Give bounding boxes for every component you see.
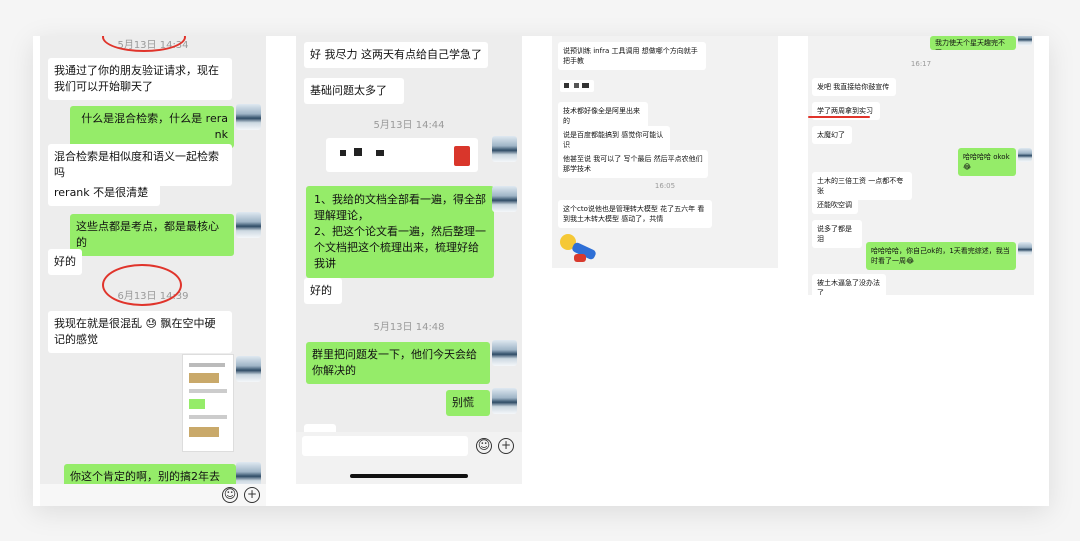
message-bubble: 我现在就是很混乱 😓 飘在空中硬记的感觉 (48, 311, 232, 353)
input-bar: ☺ + (40, 484, 266, 506)
message-bubble: 哈哈哈哈 okok😂 (958, 148, 1016, 177)
text-input[interactable] (302, 436, 468, 456)
chat-screenshot-1: 5月13日 14:34 我通过了你的朋友验证请求，现在我们可以开始聊天了 什么是… (40, 36, 266, 506)
message-bubble: 这个cto说他也是管理转大模型 花了五六年 看到我土木转大模型 感动了，共情 (558, 200, 712, 229)
timestamp: 16:17 (910, 60, 932, 68)
message-bubble: 什么是混合检索，什么是 rerank (70, 106, 234, 148)
message-bubble: rerank 不是很清楚 (48, 180, 160, 206)
thumbnail-content (189, 373, 219, 383)
collage-card: 5月13日 14:34 我通过了你的朋友验证请求，现在我们可以开始聊天了 什么是… (33, 36, 1049, 506)
message-bubble: 基础问题太多了 (304, 78, 404, 104)
red-underline-annotation (808, 116, 870, 118)
plus-icon[interactable]: + (498, 438, 514, 454)
redacted-text (560, 80, 594, 92)
file-content (340, 150, 346, 156)
message-bubble: 好的 (48, 249, 82, 275)
message-bubble: 说多了都是泪 (812, 220, 862, 249)
thumbnail-content (189, 389, 227, 393)
chat-screenshot-4: 我力使天个星天趣完不同 16:17 发吧 我直接给你鼓宣传 学了两周拿到实习 太… (808, 36, 1034, 295)
chat-screenshot-2: 好 我尽力 这两天有点给自己学急了 基础问题太多了 5月13日 14:44 1、… (296, 36, 522, 484)
message-bubble: 发吧 我直接给你鼓宣传 (812, 78, 896, 97)
message-bubble: 他甚至说 我可以了 写个最后 然后平点农他们那学技术 (558, 150, 708, 179)
red-circle-annotation (102, 264, 182, 306)
file-icon (454, 146, 470, 166)
file-message-card[interactable] (326, 138, 478, 172)
avatar (492, 388, 517, 414)
file-content (354, 148, 362, 156)
sticker-body (574, 254, 586, 262)
message-bubble: 好 我尽力 这两天有点给自己学急了 (304, 42, 488, 68)
timestamp: 5月13日 14:44 (373, 120, 445, 131)
plus-icon[interactable]: + (244, 487, 260, 503)
message-bubble: 好的 (304, 278, 342, 304)
timestamp: 5月13日 14:48 (373, 322, 445, 333)
message-bubble: 别慌 (446, 390, 490, 416)
pixel-block (574, 83, 579, 88)
avatar (236, 104, 261, 130)
image-message-thumbnail[interactable] (182, 354, 234, 452)
chat-screenshot-3: 说预训练 infra 工具调用 想做哪个方向就手把手教 技术都好像全是阿里出来的… (552, 36, 778, 268)
input-bar: ☺ + (296, 432, 522, 484)
message-bubble: 这些点都是考点，都是最核心的 (70, 214, 234, 256)
message-bubble: 群里把问题发一下，他们今天会给你解决的 (306, 342, 490, 384)
avatar (1018, 242, 1032, 256)
message-bubble: 说预训练 infra 工具调用 想做哪个方向就手把手教 (558, 42, 706, 71)
avatar (492, 340, 517, 366)
thumbnail-content (189, 399, 205, 409)
thumbnail-content (189, 427, 219, 437)
avatar (492, 186, 517, 212)
message-bubble: 还能吹空调 (812, 196, 858, 215)
message-bubble: 1、我给的文档全部看一遍，得全部理解理论， 2、把这个论文看一遍，然后整理一个文… (306, 186, 494, 278)
avatar (236, 212, 261, 238)
home-indicator (350, 474, 468, 478)
avatar (1018, 148, 1032, 162)
pixel-block (564, 83, 569, 88)
emoji-icon[interactable]: ☺ (222, 487, 238, 503)
avatar (236, 356, 261, 382)
message-bubble: 我通过了你的朋友验证请求，现在我们可以开始聊天了 (48, 58, 232, 100)
message-bubble: 太魔幻了 (812, 126, 852, 145)
thumbnail-content (189, 415, 227, 419)
timestamp: 16:05 (654, 182, 676, 190)
message-bubble: 被土木逼急了没办法了 (812, 274, 886, 295)
pixel-block (582, 83, 589, 88)
sticker-image[interactable] (558, 232, 600, 268)
avatar (492, 136, 517, 162)
message-bubble: 哈哈哈哈，你自己ok的，1天看完综述，我当时看了一周😂 (866, 242, 1016, 271)
avatar (1018, 36, 1032, 46)
message-bubble: 我力使天个星天趣完不同 (930, 36, 1016, 50)
emoji-icon[interactable]: ☺ (476, 438, 492, 454)
file-content (376, 150, 384, 156)
thumbnail-content (189, 363, 225, 367)
